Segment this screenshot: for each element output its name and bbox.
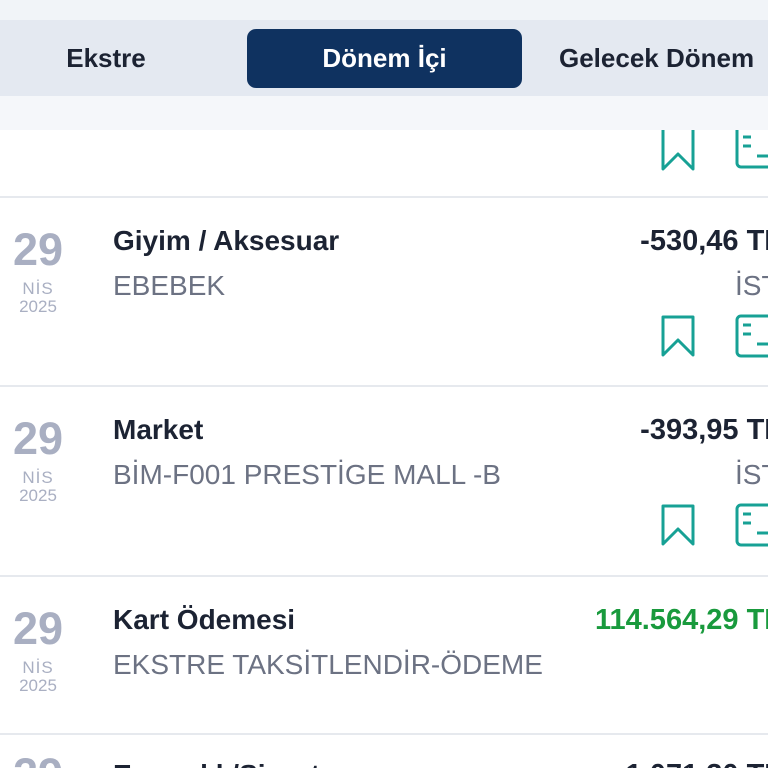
date-year: 2025 [19,486,57,505]
transaction-amount: -1.071,30 TL [616,759,768,768]
transaction-date: 29 NİS 2025 [0,226,76,316]
transaction-date: 29 [0,751,76,768]
date-year: 2025 [19,676,57,695]
top-strip [0,0,768,20]
transaction-merchant: EKSTRE TAKSİTLENDİR-ÖDEME [113,649,543,680]
date-month: NİS [22,468,54,487]
transaction-merchant: EBEBEK [113,270,226,301]
date-year: 2025 [19,297,57,316]
period-tab-bar: Ekstre Dönem İçi Gelecek Dönem [0,20,768,96]
transaction-category: Giyim / Aksesuar [113,225,340,256]
transaction-city: İST [735,459,768,490]
bookmark-icon[interactable] [660,503,696,547]
transaction-row[interactable]: 29 NİS 2025 Market BİM-F001 PRESTİGE MAL… [0,385,768,575]
date-day: 29 [0,751,76,768]
date-day: 29 [12,413,64,464]
document-icon[interactable] [735,130,768,174]
date-month: NİS [22,279,54,298]
transaction-date: 29 NİS 2025 [0,605,76,695]
document-icon[interactable] [735,314,768,358]
list-top-spacer [0,96,768,130]
transaction-merchant: BİM-F001 PRESTİGE MALL -B [113,459,501,490]
transaction-date: 29 NİS 2025 [0,415,76,505]
transaction-city: İST [735,270,768,301]
transaction-category: Eczacılık/Sigorta [113,759,336,768]
transaction-row[interactable]: 29 NİS 2025 Giyim / Aksesuar EBEBEK -530… [0,196,768,385]
transaction-amount: -530,46 TL [640,225,768,257]
bookmark-icon[interactable] [660,314,696,358]
document-icon[interactable] [735,503,768,547]
date-day: 29 [12,224,64,275]
date-day: 29 [12,603,64,654]
transaction-category: Kart Ödemesi [113,604,296,635]
transaction-row-partial[interactable] [0,130,768,196]
transaction-row[interactable]: 29 Eczacılık/Sigorta -1.071,30 TL [0,733,768,768]
tab-ekstre[interactable]: Ekstre [0,29,212,88]
transaction-row[interactable]: 29 NİS 2025 Kart Ödemesi EKSTRE TAKSİTLE… [0,575,768,733]
bookmark-icon[interactable] [660,130,696,174]
transaction-category: Market [113,414,204,445]
tab-donem-ici[interactable]: Dönem İçi [247,29,522,88]
date-month: NİS [22,658,54,677]
transaction-amount: -393,95 TL [640,414,768,446]
tab-gelecek-donem[interactable]: Gelecek Dönem [540,29,768,88]
transaction-amount: 114.564,29 TL [594,604,768,636]
